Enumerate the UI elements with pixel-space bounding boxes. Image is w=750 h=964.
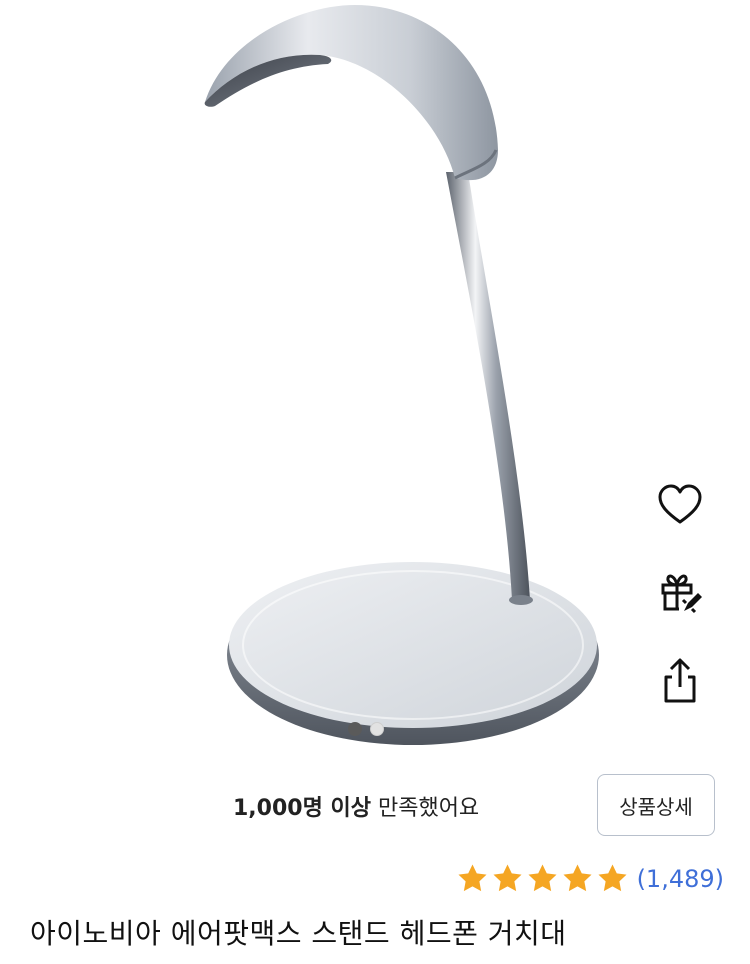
star-icon [563,864,592,892]
pager-dot[interactable] [370,722,384,736]
side-action-bar [650,475,710,739]
star-icon [598,864,627,892]
star-icon [493,864,522,892]
image-pager [348,722,384,736]
satisfaction-text: 1,000명 이상 만족했어요 [233,790,479,822]
share-icon [664,658,696,703]
product-image[interactable] [0,0,750,760]
satisfaction-label: 만족했어요 [377,796,480,821]
star-icon [458,864,487,892]
share-button[interactable] [650,651,710,711]
star-icon [528,864,557,892]
rating[interactable]: (1,489) [456,862,724,895]
heart-icon [658,484,702,524]
review-count-link[interactable]: (1,489) [637,865,724,893]
gift-icon [661,574,702,614]
gift-button[interactable] [650,563,710,623]
rating-stars [456,862,629,895]
product-title: 아이노비아 에어팟맥스 스탠드 헤드폰 거치대 [30,917,567,950]
wishlist-button[interactable] [650,475,710,535]
satisfaction-count: 1,000명 이상 [233,796,371,821]
pager-dot-active[interactable] [348,722,362,736]
product-detail-button[interactable]: 상품상세 [597,774,715,836]
